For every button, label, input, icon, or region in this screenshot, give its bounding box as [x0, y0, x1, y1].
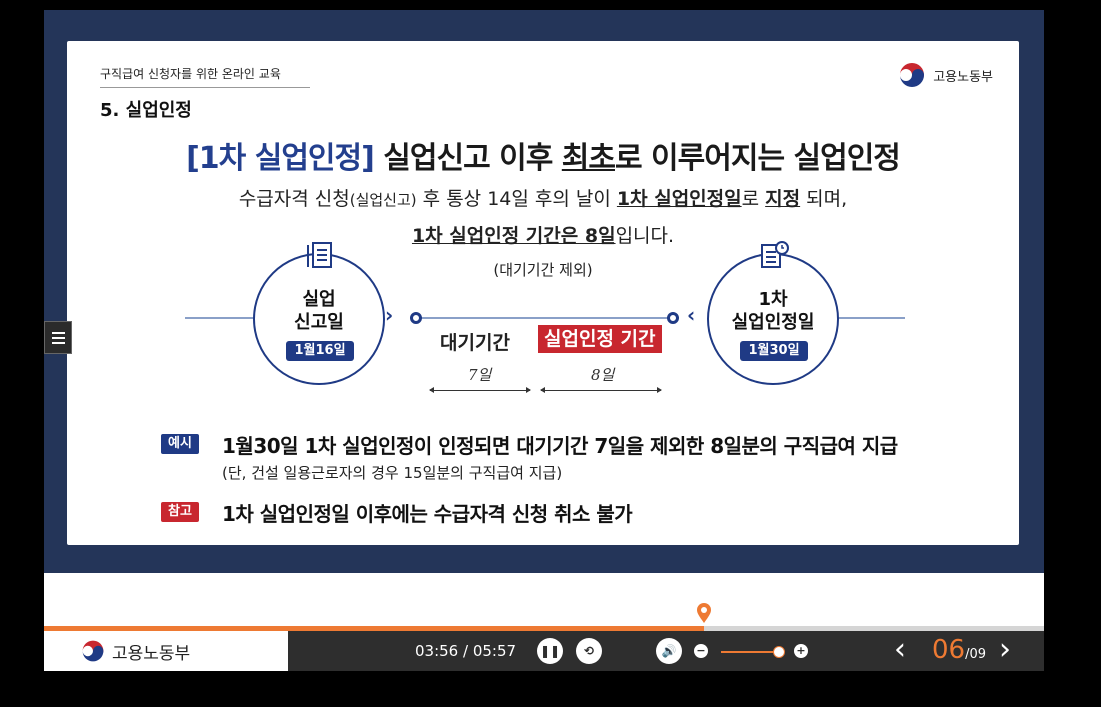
progress-handle-icon[interactable] [695, 602, 713, 624]
note-tag: 참고 [161, 502, 199, 522]
desc-1-paren: (실업신고) [349, 191, 417, 209]
course-title: 구직급여 신청자를 위한 온라인 교육 [100, 65, 310, 88]
page-indicator: 06/09 [932, 635, 986, 665]
slide-stage: 구직급여 신청자를 위한 온라인 교육 5. 실업인정 고용노동부 [1차 실업… [44, 10, 1044, 573]
footer-ministry-logo: 고용노동부 [80, 638, 190, 664]
period-days: 8일 [591, 366, 615, 384]
section-title: 5. 실업인정 [100, 100, 192, 121]
timeline-end-dot [667, 312, 679, 324]
first-recognition-day-circle: 1차 실업인정일 1월30일 [707, 241, 839, 385]
waiting-days: 7일 [468, 366, 492, 384]
waiting-period-label: 대기기간 [440, 332, 510, 354]
ministry-logo: 고용노동부 [897, 60, 993, 90]
current-page: 06 [932, 635, 966, 665]
pause-icon: ❚❚ [539, 644, 561, 658]
headline-text-a: 실업신고 이후 [383, 141, 562, 176]
replay-button[interactable]: ⟲ [576, 638, 602, 664]
timeline-right [837, 317, 905, 319]
volume-button[interactable]: 🔊 [656, 638, 682, 664]
desc-1a: 수급자격 신청 [238, 188, 350, 210]
registration-day-line1: 실업 [302, 289, 336, 310]
volume-icon: 🔊 [661, 644, 677, 658]
ministry-emblem-icon [897, 60, 928, 90]
volume-up-icon: + [796, 644, 806, 657]
timeline-middle [413, 317, 677, 319]
menu-icon [52, 332, 65, 334]
recognition-date-badge: 1월30일 [740, 341, 808, 361]
menu-button[interactable] [44, 321, 72, 354]
headline: [1차 실업인정] 실업신고 이후 최초로 이루어지는 실업인정 [67, 133, 1019, 177]
timeline-start-dot [410, 312, 422, 324]
slide: 구직급여 신청자를 위한 온라인 교육 5. 실업인정 고용노동부 [1차 실업… [67, 41, 1019, 545]
note-text: 1차 실업인정일 이후에는 수급자격 신청 취소 불가 [222, 502, 633, 526]
example-text: 1월30일 1차 실업인정이 인정되면 대기기간 7일을 제외한 8일분의 구직… [222, 434, 898, 458]
example-subtext: (단, 건설 일용근로자의 경우 15일분의 구직급여 지급) [222, 464, 563, 482]
volume-down-icon: − [696, 644, 706, 657]
prev-icon: ‹ [894, 632, 906, 667]
lecture-player: 구직급여 신청자를 위한 온라인 교육 5. 실업인정 고용노동부 [1차 실업… [44, 10, 1044, 671]
registration-day-line2: 신고일 [294, 312, 344, 333]
headline-emphasis: 최초 [561, 141, 616, 176]
description-line-1: 수급자격 신청(실업신고) 후 통상 14일 후의 날이 1차 실업인정일로 지… [67, 184, 1019, 211]
description-line-2: 1차 실업인정 기간은 8일입니다. [67, 221, 1019, 248]
desc-1b: 후 통상 14일 후의 날이 [416, 188, 617, 210]
desc-1-bold2: 지정 [765, 188, 801, 210]
desc-1-bold: 1차 실업인정일 [616, 188, 742, 210]
timeline-left [185, 317, 255, 319]
volume-slider[interactable] [721, 651, 779, 653]
time-separator: / [458, 642, 473, 660]
waiting-note: (대기기간 제외) [493, 261, 593, 279]
chevron-left-icon: ‹ [687, 303, 696, 327]
time-display: 03:56 / 05:57 [415, 642, 516, 660]
recognition-day-line2: 실업인정일 [731, 312, 815, 333]
example-tag: 예시 [161, 434, 199, 454]
total-pages: /09 [965, 647, 987, 662]
ministry-emblem-icon [80, 638, 106, 664]
desc-2-rest: 입니다. [615, 225, 675, 247]
registration-date-badge: 1월16일 [286, 341, 354, 361]
volume-up-button[interactable]: + [794, 644, 808, 658]
next-page-button[interactable]: › [999, 635, 1011, 665]
footer-ministry-name: 고용노동부 [112, 643, 191, 664]
headline-text-b: 로 이루어지는 실업인정 [615, 141, 901, 176]
pause-button[interactable]: ❚❚ [537, 638, 563, 664]
headline-tag: [1차 실업인정] [186, 141, 375, 176]
next-icon: › [999, 632, 1011, 667]
prev-page-button[interactable]: ‹ [894, 635, 906, 665]
total-time: 05:57 [472, 642, 517, 660]
recognition-period-label: 실업인정 기간 [538, 325, 662, 353]
menu-icon-bar [52, 342, 65, 344]
clipboard-clock-icon [756, 239, 790, 277]
menu-icon-bar [52, 337, 65, 339]
ministry-name: 고용노동부 [933, 69, 993, 85]
recognition-day-line1: 1차 [758, 289, 788, 310]
replay-icon: ⟲ [583, 644, 595, 658]
volume-down-button[interactable]: − [694, 644, 708, 658]
desc-1c: 로 [741, 188, 766, 210]
desc-1d: 되며, [800, 188, 848, 210]
footer-logo: 고용노동부 [44, 631, 288, 671]
player-controls: 고용노동부 03:56 / 05:57 ❚❚ ⟲ 🔊 − + ‹ 06/09 › [44, 631, 1044, 671]
document-icon [302, 239, 336, 277]
waiting-span-arrow [429, 387, 531, 393]
period-span-arrow [540, 387, 662, 393]
chevron-right-icon: › [385, 303, 394, 327]
current-time: 03:56 [415, 642, 459, 660]
desc-2-bold: 1차 실업인정 기간은 8일 [411, 225, 616, 247]
volume-knob[interactable] [772, 646, 785, 658]
registration-day-circle: 실업 신고일 1월16일 [253, 242, 385, 385]
